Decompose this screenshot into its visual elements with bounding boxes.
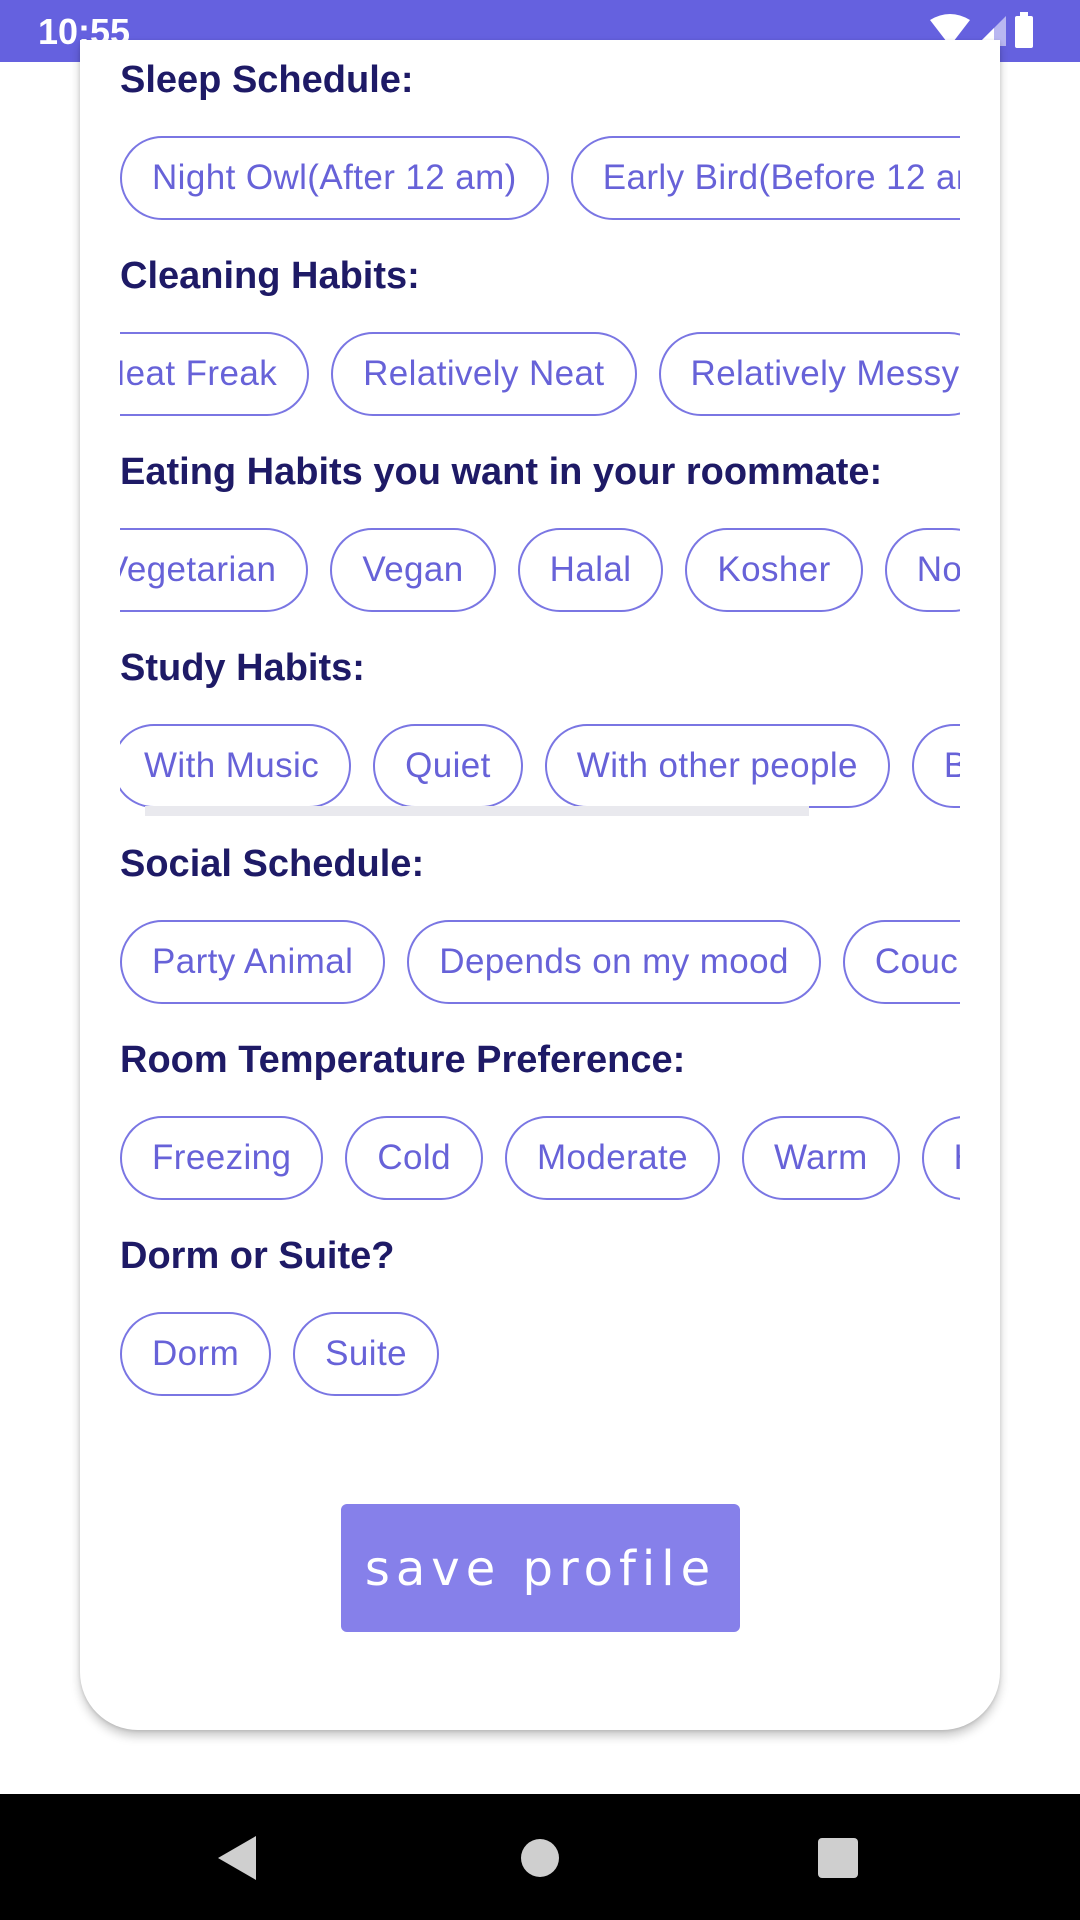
chip-study-more[interactable]: B [911,724,960,808]
chip-kosher[interactable]: Kosher [685,528,863,612]
chip-depends-on-mood[interactable]: Depends on my mood [407,920,821,1004]
chip-night-owl[interactable]: Night Owl(After 12 am) [120,136,549,220]
system-nav-bar [0,1794,1080,1920]
chip-vegan[interactable]: Vegan [330,528,496,612]
section-label: Social Schedule: [120,843,425,885]
section-label: Study Habits: [120,647,365,689]
chip-moderate[interactable]: Moderate [504,1116,721,1200]
battery-icon [1015,12,1033,48]
chip-halal[interactable]: Halal [517,528,664,612]
chip-no-preference[interactable]: No [884,528,960,612]
section-label: Dorm or Suite? [120,1235,395,1277]
chip-hot[interactable]: Hot [921,1116,960,1200]
recents-button[interactable] [778,1794,898,1920]
home-icon [521,1839,559,1877]
chip-relatively-neat[interactable]: Relatively Neat [331,332,637,416]
chip-couch-potato[interactable]: Couch [842,920,960,1004]
save-profile-button[interactable]: save profile [341,1504,740,1632]
chip-relatively-messy[interactable]: Relatively Messy [658,332,960,416]
chip-party-animal[interactable]: Party Animal [120,920,386,1004]
chip-group-dorm-suite[interactable]: Dorm Suite [120,1310,960,1398]
chip-vegetarian[interactable]: Vegetarian [120,528,309,612]
chip-group-eating[interactable]: Vegetarian Vegan Halal Kosher No [120,526,960,614]
recents-icon [818,1838,858,1878]
chip-dorm[interactable]: Dorm [120,1312,272,1396]
chip-group-social[interactable]: Party Animal Depends on my mood Couch [120,918,960,1006]
home-button[interactable] [480,1794,600,1920]
chip-with-music[interactable]: With Music [120,724,352,808]
chip-cold[interactable]: Cold [345,1116,483,1200]
chip-group-study[interactable]: With Music Quiet With other people B [120,722,960,810]
chip-early-bird[interactable]: Early Bird(Before 12 am) [570,136,960,220]
section-label: Sleep Schedule: [120,59,414,101]
section-label: Eating Habits you want in your roommate: [120,451,883,493]
chip-group-sleep[interactable]: Night Owl(After 12 am) Early Bird(Before… [120,134,960,222]
chip-group-cleaning[interactable]: Neat Freak Relatively Neat Relatively Me… [120,330,960,418]
back-button[interactable] [178,1794,298,1920]
section-label: Cleaning Habits: [120,255,420,297]
chip-warm[interactable]: Warm [742,1116,900,1200]
chip-freezing[interactable]: Freezing [120,1116,324,1200]
section-label: Room Temperature Preference: [120,1039,686,1081]
chip-suite[interactable]: Suite [293,1312,439,1396]
back-icon [218,1836,256,1880]
horizontal-scrollbar[interactable] [145,806,809,816]
chip-with-other-people[interactable]: With other people [544,724,890,808]
chip-neat-freak[interactable]: Neat Freak [120,332,310,416]
chip-group-temperature[interactable]: Freezing Cold Moderate Warm Hot [120,1114,960,1202]
chip-quiet[interactable]: Quiet [373,724,523,808]
